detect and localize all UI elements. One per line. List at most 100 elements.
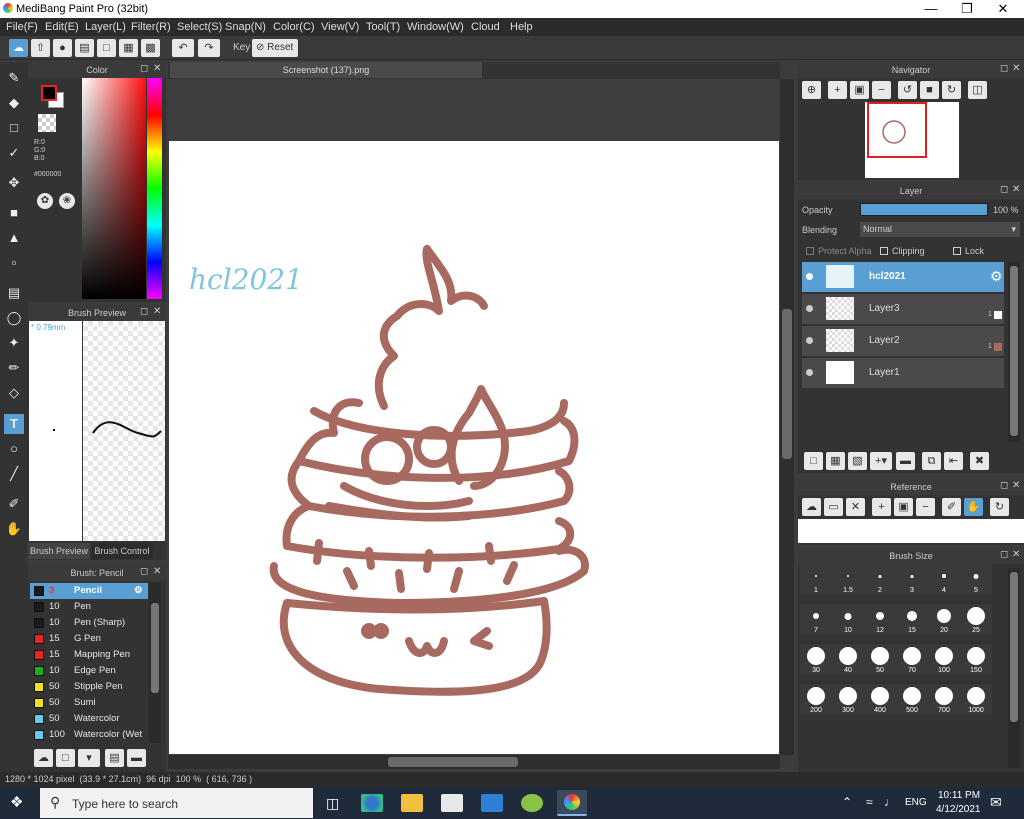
brush-size-option[interactable]: 300 [832, 684, 864, 714]
gear-icon[interactable]: ⚙ [134, 583, 143, 599]
layer-list-scrollbar[interactable] [1008, 262, 1020, 442]
stroke-tool-icon[interactable]: ✓ [4, 143, 24, 163]
menu-file[interactable]: File(F) [6, 21, 38, 33]
export-icon[interactable]: ⇧ [31, 39, 50, 57]
divide-tool-icon[interactable]: ╱ [4, 464, 24, 484]
brush-size-option[interactable]: 4 [928, 564, 960, 594]
brush-size-option[interactable]: 15 [896, 604, 928, 634]
brush-size-option[interactable]: 70 [896, 644, 928, 674]
hand-tool-icon[interactable]: ✋ [4, 519, 24, 539]
move-tool-icon[interactable]: ✥ [4, 173, 24, 193]
clock-time[interactable]: 10:11 PM [938, 790, 980, 801]
gear-icon[interactable]: ⚙ [990, 268, 1003, 285]
merge-layer-icon[interactable]: ⇤ [944, 452, 963, 470]
float-icon[interactable]: ◻ [140, 566, 148, 577]
blending-select[interactable]: Normal ▾ [860, 222, 1020, 237]
fit-icon[interactable]: ▣ [894, 498, 913, 516]
eye-icon[interactable] [806, 273, 813, 280]
float-icon[interactable]: ◻ [140, 306, 148, 317]
protect-alpha-checkbox[interactable] [806, 247, 814, 255]
folder-icon[interactable]: ▬ [896, 452, 915, 470]
close-image-icon[interactable]: ✕ [846, 498, 865, 516]
fit-window-icon[interactable]: ▣ [850, 81, 869, 99]
close-icon[interactable]: ✕ [1012, 480, 1020, 491]
close-icon[interactable]: ✕ [153, 63, 161, 74]
brush-size-option[interactable]: 1.5 [832, 564, 864, 594]
volume-icon[interactable]: ♩ [884, 795, 896, 809]
eye-icon[interactable] [806, 369, 813, 376]
folder-icon[interactable]: ▬ [127, 749, 146, 767]
gradient-tool-icon[interactable]: ▫ [4, 253, 24, 273]
zoom-fit-icon[interactable]: ⊕ [802, 81, 821, 99]
color-swatches[interactable] [38, 84, 68, 109]
clock-date[interactable]: 4/12/2021 [936, 804, 981, 815]
panel-icon[interactable]: ▦ [119, 39, 138, 57]
language-indicator[interactable]: ENG [905, 797, 927, 808]
add-layer-menu-icon[interactable]: +▾ [870, 452, 892, 470]
brush-size-option[interactable]: 150 [960, 644, 992, 674]
brush-item[interactable]: 10 Pen (Sharp) [30, 615, 148, 631]
eyedropper-tool-icon[interactable]: ✐ [4, 494, 24, 514]
brush-size-option[interactable]: 5 [960, 564, 992, 594]
brush-size-option[interactable]: 1 [800, 564, 832, 594]
brush-item[interactable]: 50 Watercolor [30, 711, 148, 727]
search-box[interactable]: ⚲ Type here to search [40, 788, 313, 818]
palette-icon[interactable]: ✿ [37, 193, 53, 209]
rotate-right-icon[interactable]: ↻ [942, 81, 961, 99]
float-icon[interactable]: ◻ [1000, 63, 1008, 74]
vertical-scrollbar[interactable] [780, 79, 794, 755]
menu-help[interactable]: Help [510, 21, 533, 33]
brush-size-option[interactable]: 7 [800, 604, 832, 634]
text-tool-icon[interactable]: T [4, 414, 24, 434]
menu-filter[interactable]: Filter(R) [131, 21, 171, 33]
vertical-scroll-thumb[interactable] [782, 309, 792, 459]
manga-icon[interactable]: ▩ [141, 39, 160, 57]
menu-color[interactable]: Color(C) [273, 21, 315, 33]
actual-size-icon[interactable]: ■ [920, 81, 939, 99]
mail-icon[interactable] [481, 794, 503, 812]
close-icon[interactable]: ✕ [1012, 184, 1020, 195]
drawing-canvas[interactable]: hcl2021 [169, 141, 779, 754]
eye-icon[interactable] [806, 305, 813, 312]
float-icon[interactable]: ◻ [1000, 549, 1008, 560]
brush-size-scrollbar[interactable] [1008, 568, 1020, 768]
windows-start-icon[interactable]: ❖ [10, 795, 26, 811]
add-brush-icon[interactable]: ▾ [78, 749, 100, 767]
transparent-swatch[interactable] [38, 114, 56, 132]
new-brush-icon[interactable]: □ [56, 749, 75, 767]
brush-size-option[interactable]: 10 [832, 604, 864, 634]
brush-item[interactable]: 100 Watercolor (Wet [30, 727, 148, 743]
active-app-taskbar-icon[interactable] [557, 790, 587, 816]
bucket-tool-icon[interactable]: ▲ [4, 228, 24, 248]
close-icon[interactable]: ✕ [1012, 549, 1020, 560]
fill-rect-tool-icon[interactable]: ■ [4, 203, 24, 223]
brush-size-option[interactable]: 12 [864, 604, 896, 634]
brush-size-option[interactable]: 50 [864, 644, 896, 674]
brush-size-option[interactable]: 25 [960, 604, 992, 634]
store-icon[interactable] [441, 794, 463, 812]
file-explorer-icon[interactable] [401, 794, 423, 812]
close-icon[interactable]: ✕ [1012, 63, 1020, 74]
select-eraser-tool-icon[interactable]: ◇ [4, 383, 24, 403]
new-halftone-layer-icon[interactable]: ▦ [826, 452, 845, 470]
tab-brush-control[interactable]: Brush Control [91, 543, 153, 559]
saturation-value-picker[interactable] [82, 78, 146, 299]
menu-cloud[interactable]: Cloud [471, 21, 500, 33]
close-button[interactable]: ✕ [985, 0, 1021, 18]
select-rect-tool-icon[interactable]: ▤ [4, 283, 24, 303]
rectangle-tool-icon[interactable]: □ [4, 118, 24, 138]
brush-size-option[interactable]: 2 [864, 564, 896, 594]
brush-size-option[interactable]: 1000 [960, 684, 992, 714]
rotate-left-icon[interactable]: ↺ [898, 81, 917, 99]
brush-item[interactable]: 50 Stipple Pen [30, 679, 148, 695]
horizontal-scroll-thumb[interactable] [388, 757, 518, 767]
brush-size-option[interactable]: 700 [928, 684, 960, 714]
reference-view[interactable] [798, 519, 1024, 543]
brush-size-option[interactable]: 400 [864, 684, 896, 714]
brush-item[interactable]: 15 Mapping Pen [30, 647, 148, 663]
layer-row-layer1[interactable]: Layer1 [802, 358, 1004, 388]
zoom-out-icon[interactable]: − [916, 498, 935, 516]
brush-list-scrollbar[interactable] [149, 583, 161, 743]
opacity-slider[interactable] [860, 203, 988, 216]
task-view-icon[interactable]: ◫ [326, 795, 339, 812]
